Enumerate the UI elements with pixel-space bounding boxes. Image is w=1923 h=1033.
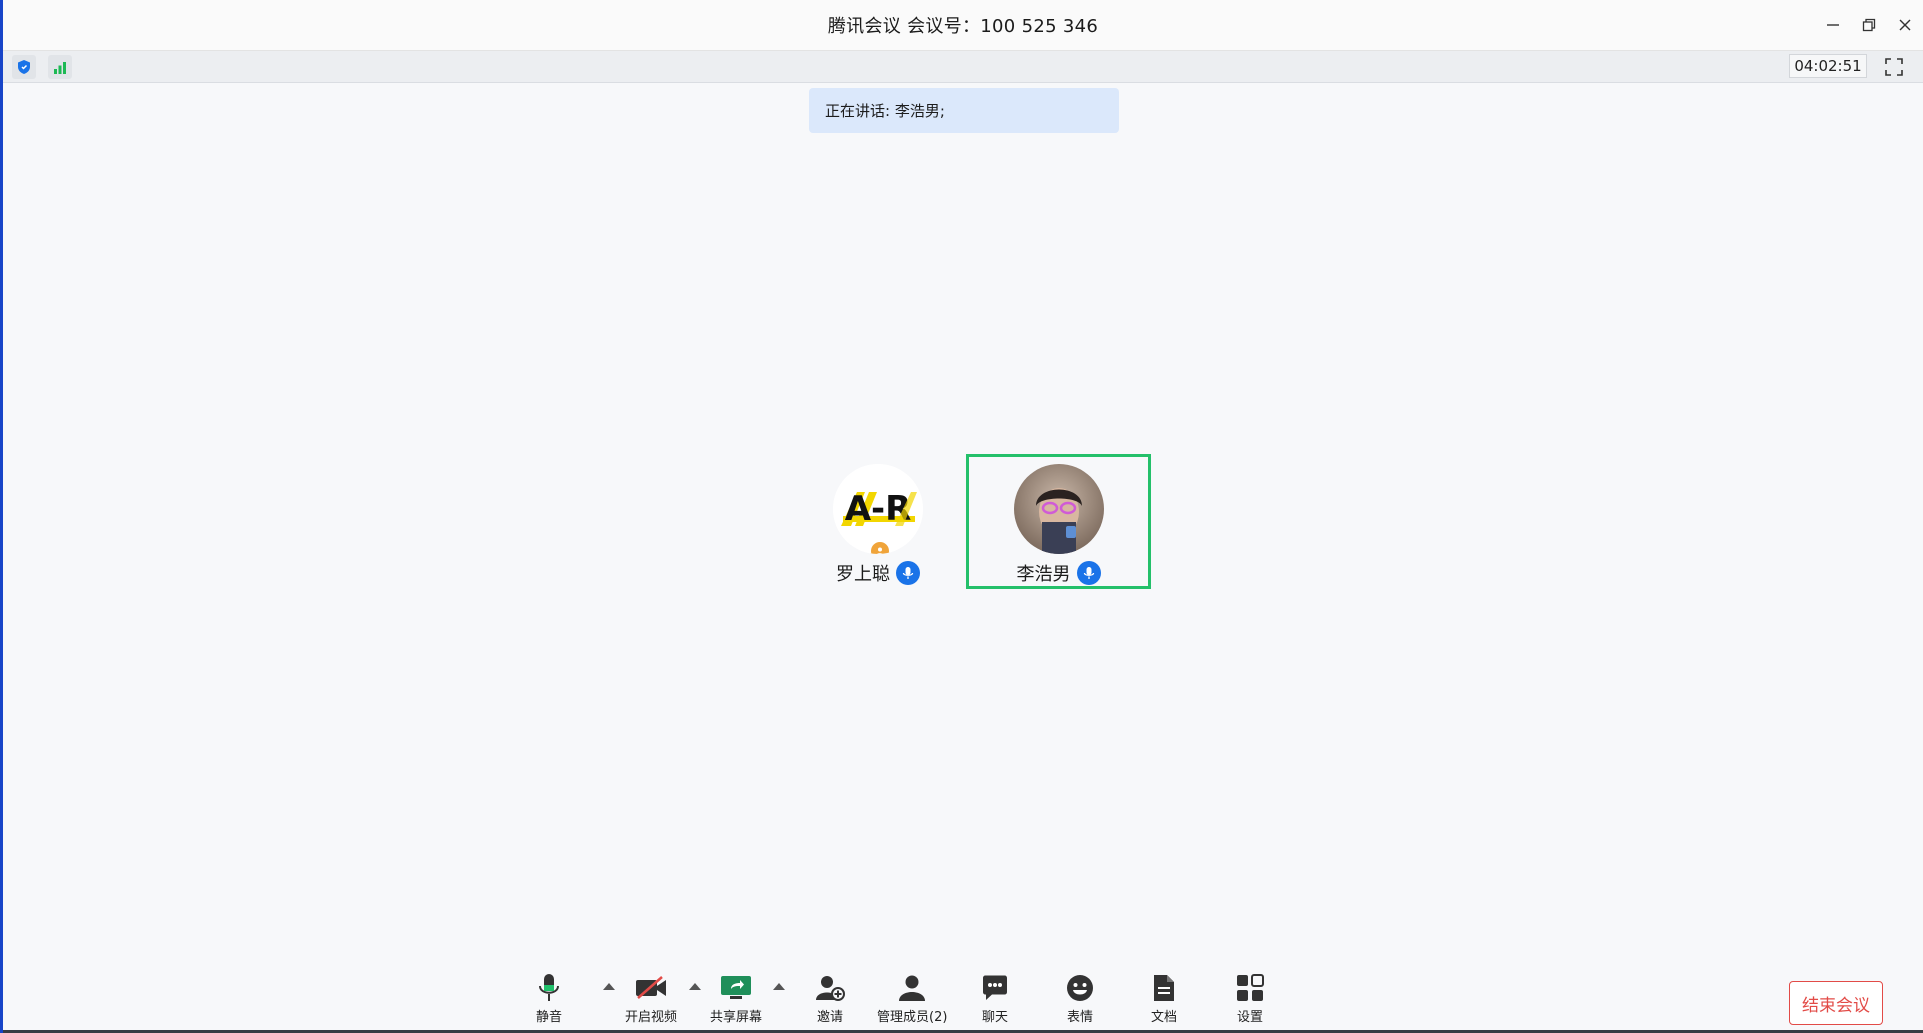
audio-options-caret[interactable] xyxy=(603,983,615,990)
meeting-toolbar: 静音 开启视频 共享屏幕 邀请 管理成员(2) 聊天 表情 文档 设置 结束会议 xyxy=(3,971,1923,1033)
settings-icon xyxy=(1237,974,1264,1001)
meeting-window: 腾讯会议 会议号：100 525 346 04:02:51 正在讲话: 李浩男;… xyxy=(0,0,1923,1033)
mute-label: 静音 xyxy=(536,1010,563,1025)
speaking-banner: 正在讲话: 李浩男; xyxy=(809,88,1119,133)
network-status-button[interactable] xyxy=(48,55,72,79)
video-off-icon xyxy=(636,976,666,999)
document-icon xyxy=(1154,975,1174,1001)
restore-icon xyxy=(1862,18,1876,32)
shield-icon xyxy=(18,60,30,74)
signal-icon xyxy=(54,62,66,74)
invite-button[interactable]: 邀请 xyxy=(815,971,845,1025)
participant-tile-active[interactable]: 李浩男 xyxy=(966,454,1151,589)
status-bar: 04:02:51 xyxy=(3,51,1923,83)
share-screen-icon xyxy=(721,976,751,999)
settings-label: 设置 xyxy=(1236,1010,1263,1025)
video-options-caret[interactable] xyxy=(689,983,701,990)
participant-name-row: 李浩男 xyxy=(1017,560,1101,586)
avatar: A-R xyxy=(833,464,923,554)
avatar xyxy=(1013,464,1104,554)
share-screen-label: 共享屏幕 xyxy=(710,1010,763,1025)
minimize-icon xyxy=(1827,24,1839,26)
video-button[interactable]: 开启视频 xyxy=(625,971,677,1025)
participant-name: 李浩男 xyxy=(1016,564,1071,585)
emoji-icon xyxy=(1067,975,1093,1001)
share-options-caret[interactable] xyxy=(773,983,785,990)
members-icon xyxy=(899,975,926,1001)
chat-icon xyxy=(983,975,1007,1000)
status-indicators xyxy=(12,55,72,79)
close-icon xyxy=(1899,19,1911,31)
chat-label: 聊天 xyxy=(981,1010,1008,1025)
minimize-button[interactable] xyxy=(1815,0,1851,50)
manage-members-button[interactable]: 管理成员(2) xyxy=(877,971,947,1025)
user-photo-icon xyxy=(1013,464,1104,554)
participant-name: 罗上聪 xyxy=(836,564,890,585)
end-meeting-button[interactable]: 结束会议 xyxy=(1789,981,1883,1025)
host-icon xyxy=(877,547,883,554)
emoji-label: 表情 xyxy=(1066,1010,1093,1025)
chat-button[interactable]: 聊天 xyxy=(981,971,1009,1025)
settings-button[interactable]: 设置 xyxy=(1236,971,1264,1025)
document-button[interactable]: 文档 xyxy=(1151,971,1177,1025)
security-button[interactable] xyxy=(12,55,36,79)
manage-members-label: 管理成员(2) xyxy=(877,1010,948,1025)
invite-label: 邀请 xyxy=(816,1010,843,1025)
window-title: 腾讯会议 会议号：100 525 346 xyxy=(827,16,1099,37)
participant-name-row: 罗上聪 xyxy=(836,560,920,586)
speaking-text: 正在讲话: 李浩男; xyxy=(825,102,945,120)
share-screen-button[interactable]: 共享屏幕 xyxy=(710,971,762,1025)
document-label: 文档 xyxy=(1151,1010,1178,1025)
meeting-timer: 04:02:51 xyxy=(1789,54,1867,78)
mic-on-icon xyxy=(896,561,920,585)
mic-on-icon xyxy=(1076,561,1101,585)
microphone-icon xyxy=(539,974,559,1001)
participant-tile[interactable]: A-R 罗上聪 xyxy=(818,460,938,590)
mute-button[interactable]: 静音 xyxy=(536,971,562,1025)
title-bar: 腾讯会议 会议号：100 525 346 xyxy=(3,0,1923,51)
video-label: 开启视频 xyxy=(625,1010,678,1025)
restore-button[interactable] xyxy=(1851,0,1887,50)
window-controls xyxy=(1815,0,1923,50)
close-button[interactable] xyxy=(1887,0,1923,50)
fullscreen-icon xyxy=(1885,58,1903,76)
emoji-button[interactable]: 表情 xyxy=(1065,971,1095,1025)
fullscreen-button[interactable] xyxy=(1883,56,1905,78)
invite-icon xyxy=(816,976,845,1001)
